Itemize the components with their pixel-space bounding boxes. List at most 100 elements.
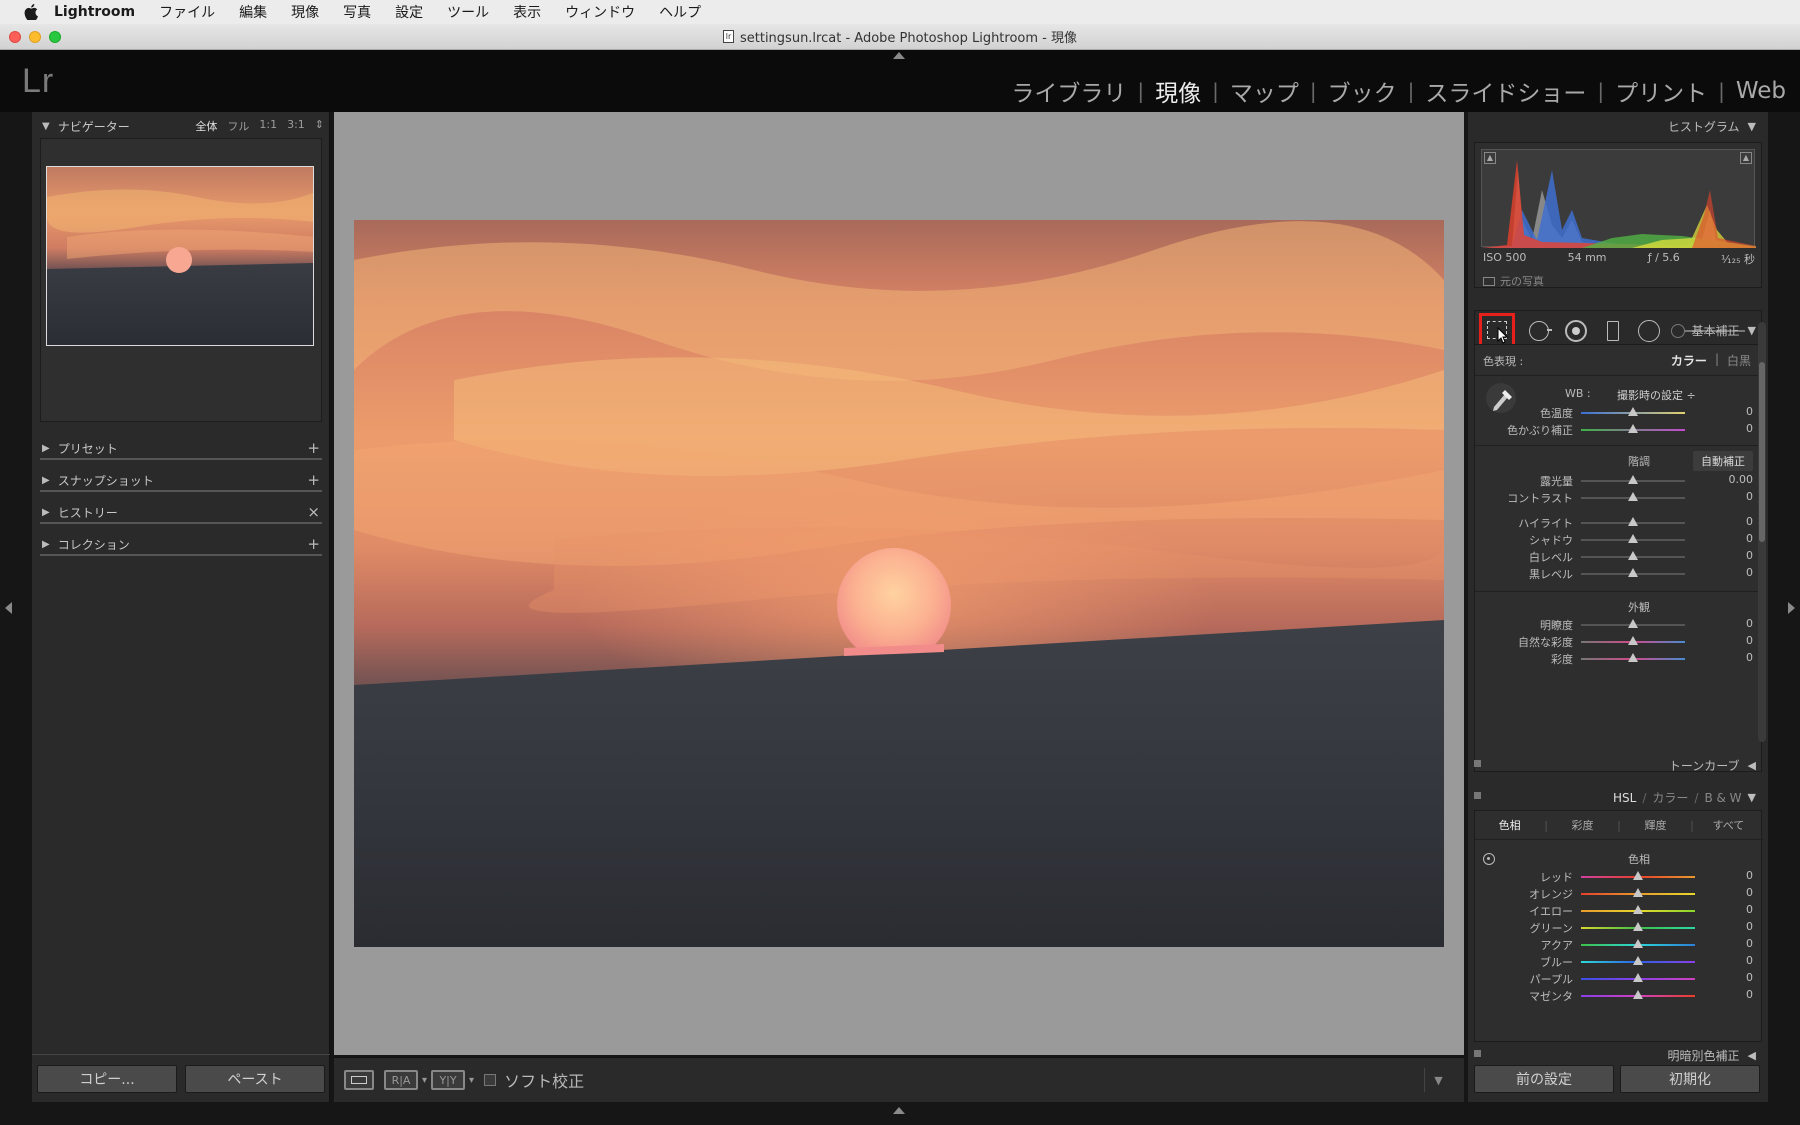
- bw-mode[interactable]: B & W: [1704, 791, 1741, 805]
- menu-help[interactable]: ヘルプ: [659, 2, 701, 22]
- scrollbar-thumb[interactable]: [1759, 362, 1765, 542]
- tab-saturation[interactable]: 彩度: [1548, 817, 1617, 833]
- slider-row[interactable]: 色かぶり補正 0: [1475, 422, 1763, 438]
- color-mode[interactable]: カラー: [1652, 789, 1688, 806]
- slider-row[interactable]: グリーン 0: [1475, 920, 1763, 936]
- wb-preset-select[interactable]: 撮影時の設定 ÷: [1617, 387, 1696, 403]
- original-photo-toggle[interactable]: 元の写真: [1483, 273, 1544, 289]
- slider-knob[interactable]: [1633, 871, 1643, 880]
- slider-row[interactable]: マゼンタ 0: [1475, 988, 1763, 1004]
- module-map[interactable]: マップ: [1230, 74, 1299, 108]
- auto-tone-button[interactable]: 自動補正: [1693, 451, 1753, 471]
- slider-value[interactable]: 0: [1746, 515, 1753, 528]
- slider-value[interactable]: 0: [1746, 532, 1753, 545]
- loupe-view-button[interactable]: [344, 1070, 374, 1090]
- close-window-button[interactable]: [9, 31, 21, 43]
- photo-canvas[interactable]: [334, 112, 1464, 1055]
- slider-knob[interactable]: [1628, 517, 1638, 526]
- slider-value[interactable]: 0: [1746, 651, 1753, 664]
- menu-window[interactable]: ウィンドウ: [565, 2, 635, 22]
- slider-knob[interactable]: [1633, 888, 1643, 897]
- hsl-header[interactable]: HSL / カラー / B & W ▼: [1468, 784, 1768, 808]
- slider-knob[interactable]: [1633, 922, 1643, 931]
- tone-curve-header[interactable]: トーンカーブ ◀: [1468, 752, 1768, 776]
- menu-edit[interactable]: 編集: [239, 2, 267, 22]
- copy-settings-button[interactable]: コピー...: [37, 1065, 177, 1093]
- panel-switch-icon[interactable]: [1474, 1050, 1481, 1057]
- slider-value[interactable]: 0: [1746, 566, 1753, 579]
- zoom-3-1[interactable]: 3:1: [287, 118, 305, 134]
- slider-knob[interactable]: [1633, 990, 1643, 999]
- add-snapshot-icon[interactable]: +: [307, 471, 320, 489]
- right-panel-toggle-icon[interactable]: [1788, 602, 1795, 614]
- slider-row[interactable]: パープル 0: [1475, 971, 1763, 987]
- slider-value[interactable]: 0: [1746, 405, 1753, 418]
- slider-row[interactable]: 黒レベル 0: [1475, 566, 1763, 582]
- navigator-header[interactable]: ▼ ナビゲーター 全体 フル 1:1 3:1 ⇕: [32, 112, 330, 140]
- zoom-window-button[interactable]: [49, 31, 61, 43]
- slider-row[interactable]: 露光量 0.00: [1475, 473, 1763, 489]
- clear-history-icon[interactable]: ×: [307, 503, 320, 521]
- left-panel-toggle-icon[interactable]: [5, 602, 12, 614]
- apple-icon[interactable]: [22, 3, 40, 21]
- slider-value[interactable]: 0: [1746, 422, 1753, 435]
- slider-value[interactable]: 0.00: [1729, 473, 1754, 486]
- module-slideshow[interactable]: スライドショー: [1425, 74, 1586, 108]
- hsl-mode[interactable]: HSL: [1613, 791, 1636, 805]
- highlight-clipping-icon[interactable]: ▲: [1740, 152, 1752, 164]
- right-panel-scrollbar[interactable]: [1758, 322, 1766, 742]
- panel-switch-icon[interactable]: [1474, 792, 1481, 799]
- menu-file[interactable]: ファイル: [159, 2, 215, 22]
- toolbar-menu-icon[interactable]: ▼: [1424, 1068, 1452, 1092]
- slider-knob[interactable]: [1628, 407, 1638, 416]
- add-preset-icon[interactable]: +: [307, 439, 320, 457]
- slider-knob[interactable]: [1628, 568, 1638, 577]
- dropdown-arrow-icon[interactable]: ▾: [422, 1075, 427, 1086]
- slider-value[interactable]: 0: [1746, 634, 1753, 647]
- before-after-button[interactable]: R|A: [384, 1070, 418, 1090]
- reset-button[interactable]: 初期化: [1620, 1065, 1760, 1093]
- module-print[interactable]: プリント: [1615, 74, 1707, 108]
- slider-value[interactable]: 0: [1746, 490, 1753, 503]
- spot-removal-tool-icon[interactable]: [1529, 321, 1549, 341]
- slider-row[interactable]: コントラスト 0: [1475, 490, 1763, 506]
- slider-knob[interactable]: [1628, 619, 1638, 628]
- slider-row[interactable]: 明瞭度 0: [1475, 617, 1763, 633]
- module-develop[interactable]: 現像: [1155, 74, 1201, 108]
- previous-settings-button[interactable]: 前の設定: [1474, 1065, 1614, 1093]
- tab-all[interactable]: すべて: [1694, 817, 1763, 833]
- slider-knob[interactable]: [1628, 653, 1638, 662]
- paste-settings-button[interactable]: ペースト: [185, 1065, 325, 1093]
- slider-value[interactable]: 0: [1746, 971, 1753, 984]
- slider-knob[interactable]: [1628, 636, 1638, 645]
- tab-hue[interactable]: 色相: [1475, 817, 1544, 833]
- slider-value[interactable]: 0: [1746, 903, 1753, 916]
- filmstrip-toggle-icon[interactable]: [893, 1107, 905, 1114]
- slider-knob[interactable]: [1628, 424, 1638, 433]
- module-book[interactable]: ブック: [1328, 74, 1397, 108]
- slider-knob[interactable]: [1633, 956, 1643, 965]
- slider-row[interactable]: 白レベル 0: [1475, 549, 1763, 565]
- slider-row[interactable]: ブルー 0: [1475, 954, 1763, 970]
- radial-filter-tool-icon[interactable]: [1638, 320, 1660, 342]
- menu-view[interactable]: 表示: [513, 2, 541, 22]
- basic-header[interactable]: 基本補正 ▼: [1692, 322, 1756, 339]
- slider-row[interactable]: シャドウ 0: [1475, 532, 1763, 548]
- panel-switch-icon[interactable]: [1474, 760, 1481, 767]
- soft-proofing-checkbox[interactable]: [484, 1074, 497, 1086]
- slider-value[interactable]: 0: [1746, 954, 1753, 967]
- slider-value[interactable]: 0: [1746, 549, 1753, 562]
- slider-knob[interactable]: [1628, 551, 1638, 560]
- slider-row[interactable]: 彩度 0: [1475, 651, 1763, 667]
- slider-row[interactable]: オレンジ 0: [1475, 886, 1763, 902]
- slider-value[interactable]: 0: [1746, 937, 1753, 950]
- main-photo[interactable]: [354, 220, 1444, 947]
- navigator-thumbnail[interactable]: [46, 166, 314, 346]
- slider-knob[interactable]: [1628, 534, 1638, 543]
- module-library[interactable]: ライブラリ: [1011, 74, 1126, 108]
- slider-value[interactable]: 0: [1746, 988, 1753, 1001]
- slider-row[interactable]: アクア 0: [1475, 937, 1763, 953]
- menu-develop[interactable]: 現像: [291, 2, 319, 22]
- menu-app[interactable]: Lightroom: [54, 4, 135, 20]
- zoom-stepper-icon[interactable]: ⇕: [315, 118, 324, 134]
